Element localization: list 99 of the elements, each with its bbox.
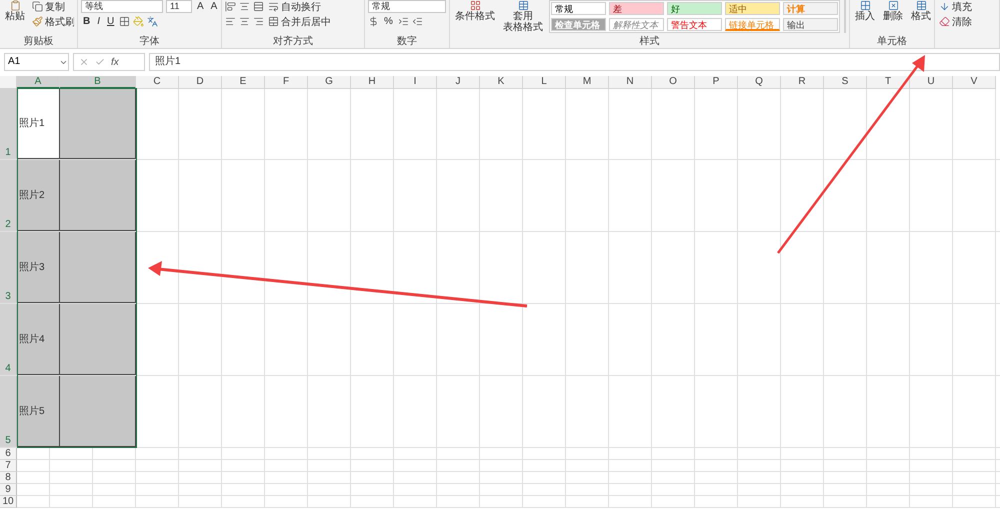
group-label: 数字 (397, 36, 417, 48)
column-header[interactable]: F (265, 76, 308, 89)
borders-icon (119, 16, 130, 27)
cell-style-option[interactable]: 好 (667, 2, 722, 15)
active-cell[interactable]: 照片1 (17, 88, 60, 159)
column-header[interactable]: K (480, 76, 523, 89)
clear-button[interactable]: 清除 (938, 15, 973, 28)
formula-input[interactable]: 照片1 (149, 53, 1000, 71)
column-header[interactable]: E (222, 76, 265, 89)
row-header[interactable]: 4 (0, 304, 17, 375)
row-header[interactable]: 6 (0, 448, 17, 460)
bold-button[interactable]: B (81, 15, 92, 28)
group-label: 剪贴板 (24, 36, 54, 48)
column-header[interactable]: C (136, 76, 179, 89)
row-header[interactable]: 8 (0, 472, 17, 484)
column-header[interactable]: L (523, 76, 566, 89)
name-box[interactable]: A1 (4, 53, 69, 71)
column-header[interactable]: I (394, 76, 437, 89)
column-header[interactable]: T (867, 76, 910, 89)
column-header[interactable]: H (351, 76, 394, 89)
column-header[interactable]: N (609, 76, 652, 89)
selected-cell[interactable]: 照片5 (17, 376, 60, 447)
column-header[interactable]: M (566, 76, 609, 89)
cell-style-option[interactable]: 解释性文本 (609, 18, 664, 31)
delete-cells-icon (888, 0, 898, 11)
row-header[interactable]: 7 (0, 460, 17, 472)
format-cells-icon (916, 0, 926, 11)
group-label: 样式 (640, 36, 660, 48)
insert-function-button[interactable]: fx (111, 56, 119, 68)
column-header[interactable]: V (953, 76, 996, 89)
selected-cell[interactable] (60, 232, 136, 303)
conditional-format-icon (470, 0, 480, 11)
selected-cell[interactable] (60, 304, 136, 375)
merge-icon (268, 16, 279, 27)
group-label: 对齐方式 (273, 36, 313, 48)
column-header[interactable]: O (652, 76, 695, 89)
eraser-icon (939, 16, 950, 27)
selected-cell[interactable] (60, 88, 136, 159)
column-header[interactable]: U (910, 76, 953, 89)
paintbrush-icon (32, 16, 43, 27)
selected-cell[interactable] (60, 376, 136, 447)
shrink-font-button[interactable]: A (208, 0, 218, 13)
column-header[interactable]: J (437, 76, 480, 89)
column-header[interactable]: D (179, 76, 222, 89)
row-header[interactable]: 2 (0, 160, 17, 231)
cells-button[interactable]: 格式 (909, 0, 931, 22)
align-left-icon (225, 16, 236, 27)
group-label: 单元格 (877, 36, 907, 48)
table-icon (518, 0, 528, 11)
column-header[interactable]: S (824, 76, 867, 89)
selected-cell[interactable] (60, 160, 136, 231)
align-middle-icon (239, 1, 250, 12)
column-header[interactable]: B (60, 76, 136, 89)
row-header[interactable]: 1 (0, 88, 17, 159)
cell-style-option[interactable]: 适中 (725, 2, 780, 15)
underline-button[interactable]: U (105, 15, 116, 28)
copy-button[interactable]: 复制 (31, 0, 74, 13)
cell-style-option[interactable]: 警告文本 (667, 18, 722, 31)
column-header[interactable]: A (17, 76, 60, 89)
currency-icon (368, 16, 379, 27)
cell-style-option[interactable]: 输出 (783, 18, 838, 31)
arrow-down-icon (939, 1, 950, 12)
cell-style-option[interactable]: 常规 (551, 2, 606, 15)
insert-cells-icon (860, 0, 870, 11)
column-header[interactable]: Q (738, 76, 781, 89)
copy-icon (32, 1, 43, 12)
number-format-field[interactable]: 常规 (368, 0, 446, 13)
phonetic-icon (147, 16, 158, 27)
fill-button[interactable]: 填充 (938, 0, 973, 13)
conditional-format-button[interactable]: 条件格式 (453, 0, 497, 22)
cells-button[interactable]: 删除 (881, 0, 905, 22)
group-label: 字体 (140, 36, 160, 48)
paste-button[interactable]: 粘贴 (3, 0, 27, 22)
wrap-text-icon (268, 1, 279, 12)
merge-center-button[interactable]: 合并后居中 (267, 15, 332, 28)
font-name-field[interactable]: 等线 (81, 0, 163, 13)
wrap-text-button[interactable]: 自动换行 (267, 0, 322, 13)
clipboard-icon (10, 0, 20, 11)
italic-button[interactable]: I (95, 15, 102, 28)
row-header[interactable]: 9 (0, 484, 17, 496)
cell-style-option[interactable]: 差 (609, 2, 664, 15)
selected-cell[interactable]: 照片4 (17, 304, 60, 375)
align-right-icon (253, 16, 264, 27)
grow-font-button[interactable]: A (195, 0, 206, 13)
selected-cell[interactable]: 照片3 (17, 232, 60, 303)
table-format-button[interactable]: 套用 表格格式 (501, 0, 545, 33)
fill-color-icon (133, 16, 144, 27)
align-center-icon (239, 16, 250, 27)
row-header[interactable]: 5 (0, 376, 17, 447)
font-size-field[interactable]: 11 (166, 0, 192, 13)
row-header[interactable]: 10 (0, 496, 17, 508)
row-header[interactable]: 3 (0, 232, 17, 303)
column-header[interactable]: G (308, 76, 351, 89)
cells-button[interactable]: 插入 (853, 0, 877, 22)
column-header[interactable]: P (695, 76, 738, 89)
gallery-scrollbar[interactable] (844, 0, 846, 33)
selected-cell[interactable]: 照片2 (17, 160, 60, 231)
column-header[interactable]: R (781, 76, 824, 89)
percent-button[interactable]: % (382, 15, 395, 28)
